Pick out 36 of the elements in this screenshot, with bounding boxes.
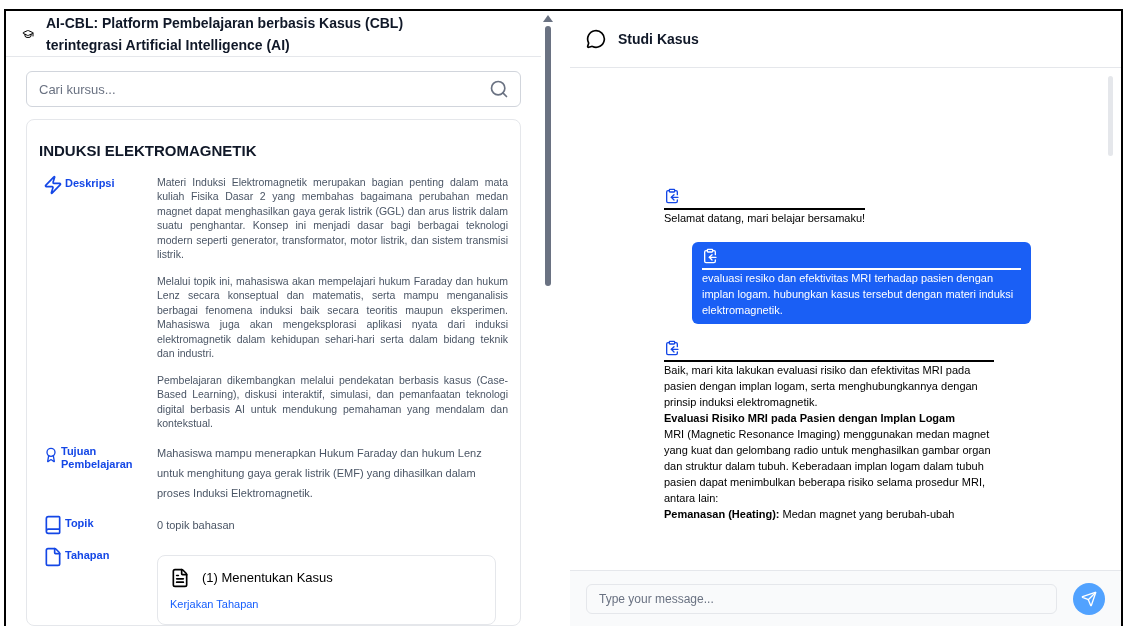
clipboard-icon[interactable] bbox=[664, 188, 680, 204]
book-icon bbox=[43, 514, 63, 535]
goal-text: Mahasiswa mampu menerapkan Hukum Faraday dan hukum Lenz untuk menghitung gaya gerak listrik (EMF) yang dihasilkan dalam proses Induksi Elektromagnetik. bbox=[157, 445, 483, 501]
lightning-icon bbox=[43, 174, 63, 195]
scrollbar-thumb[interactable] bbox=[545, 26, 551, 286]
document-icon bbox=[43, 546, 63, 567]
section-label: Deskripsi bbox=[65, 176, 115, 190]
description-paragraph: Materi Induksi Elektromagnetik merupakan bagian penting dalam mata kuliah Fisika Dasar 2 yang membahas bagaimana perubahan medan magnet dapat menghasilkan gaya gerak listrik (GGL) dan arus listrik dalam suatu penghantar. Konsep ini menjadi dasar bagi berbagai teknologi modern seperti generator, transformator, motor listrik, dan sistem transmisi listrik. bbox=[157, 174, 508, 262]
clipboard-icon[interactable] bbox=[702, 248, 718, 264]
section-label: Tahapan bbox=[65, 548, 110, 562]
course-title: INDUKSI ELEKTROMAGNETIK bbox=[38, 141, 258, 161]
message-text: Baik, mari kita lakukan evaluasi risiko dan efektivitas MRI pada pasien dengan implan logam, serta menghubungkannya dengan prinsip induksi elektromagnetik. bbox=[664, 363, 979, 410]
description-paragraph: Melalui topik ini, mahasiswa akan mempelajari hukum Faraday dan hukum Lenz secara konseptual dan matematis, serta mampu menganalisis berbagai fenomena induksi baik secara teoritis maupun eksperimen. Mahasiswa juga akan mengeksplorasi aplikasi nyata dari induksi elektromagnetik dalam kehidupan sehari-hari serta dalam bidang teknik dan industri. bbox=[157, 273, 508, 361]
app-title: AI-CBL: Platform Pembelajaran berbasis Kasus (CBL) terintegrasi Artificial Intelligence (AI) bbox=[46, 13, 405, 55]
message-text: evaluasi resiko dan efektivitas MRI terhadap pasien dengan implan logam. hubungkan kasus tersebut dengan materi induksi elektromagnetik. bbox=[702, 271, 1015, 318]
award-icon bbox=[43, 446, 59, 463]
message-text: Pemanasan (Heating): Medan magnet yang berubah-ubah bbox=[664, 507, 956, 522]
section-label: Tujuan Pembelajaran bbox=[61, 444, 134, 471]
chat-bubble-icon bbox=[586, 29, 606, 49]
search-field[interactable]: Cari kursus... bbox=[26, 71, 521, 107]
chat-title: Studi Kasus bbox=[618, 29, 699, 49]
stage-link[interactable]: Kerjakan Tahapan bbox=[170, 595, 483, 612]
topic-count: 0 topik bahasan bbox=[157, 517, 236, 533]
description-paragraph: Pembelajaran dikembangkan melalui pendekatan berbasis kasus (Case-Based Learning), diskusi interaktif, simulasi, dan pemanfaatan teknologi digital berbasis AI untuk mendukung pemahaman yang mendalam dan kontekstual. bbox=[157, 372, 508, 431]
message-text: MRI (Magnetic Resonance Imaging) menggunakan medan magnet yang kuat dan gelombang radio untuk menghasilkan gambar organ dan struktur dalam tubuh. Keberadaan implan logam dalam tubuh pasien dapat menimbulkan beberapa risiko selama prosedur MRI, antara lain: bbox=[664, 427, 992, 506]
graduation-cap-icon bbox=[22, 27, 34, 40]
search-icon[interactable] bbox=[489, 79, 509, 99]
chat-scrollbar[interactable] bbox=[1108, 76, 1113, 156]
clipboard-icon[interactable] bbox=[664, 340, 680, 356]
message-field[interactable]: Type your message... bbox=[586, 583, 1057, 614]
section-label: Topik bbox=[65, 516, 94, 530]
send-icon bbox=[1081, 590, 1097, 607]
message-text: Selamat datang, mari belajar bersamaku! bbox=[664, 211, 866, 226]
stage-title: (1) Menentukan Kasus bbox=[202, 568, 333, 587]
message-heading: Evaluasi Risiko MRI pada Pasien dengan Implan Logam bbox=[664, 411, 956, 426]
document-icon bbox=[170, 567, 190, 588]
